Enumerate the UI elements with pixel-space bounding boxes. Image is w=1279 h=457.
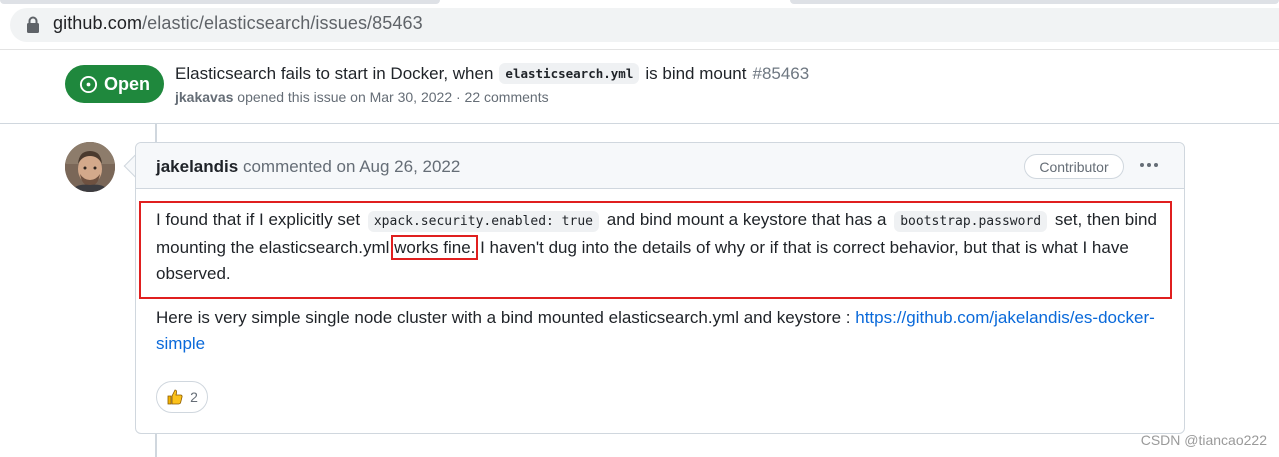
comment-header: jakelandis commented on Aug 26, 2022 Con… [136, 143, 1184, 189]
issue-meta: jkakavas opened this issue on Mar 30, 20… [175, 89, 549, 105]
reaction-button[interactable]: 2 [156, 381, 208, 413]
contributor-badge: Contributor [1024, 154, 1124, 179]
comment-body: I found that if I explicitly set xpack.s… [156, 207, 1166, 357]
highlighted-text: works fine. [391, 235, 479, 260]
issue-number: #85463 [752, 63, 810, 83]
issue-opened-icon [79, 75, 98, 93]
browser-tab-edge [790, 0, 1279, 4]
issue-author-link[interactable]: jkakavas [175, 89, 233, 105]
thumbs-up-icon [167, 389, 183, 405]
reaction-count: 2 [190, 389, 198, 405]
inline-code: xpack.security.enabled: true [367, 211, 599, 232]
url-path: /elastic/elasticsearch/issues/85463 [142, 13, 423, 33]
avatar-image [65, 142, 115, 192]
browser-toolbar: github.com/elastic/elasticsearch/issues/… [0, 0, 1279, 50]
comment-card: jakelandis commented on Aug 26, 2022 Con… [135, 142, 1185, 434]
lock-icon[interactable] [26, 16, 40, 34]
comment-paragraph: Here is very simple single node cluster … [156, 305, 1166, 357]
issue-state-label: Open [103, 73, 150, 94]
avatar[interactable] [65, 142, 115, 192]
kebab-horizontal-icon[interactable] [1136, 155, 1162, 175]
comment-text: Here is very simple single node cluster … [156, 308, 851, 327]
inline-code: bootstrap.password [894, 211, 1048, 232]
issue-state-badge: Open [65, 65, 164, 103]
browser-tab-edge [0, 0, 440, 4]
issue-header: Open Elasticsearch fails to start in Doc… [0, 51, 1279, 124]
comment-author-link[interactable]: jakelandis [156, 157, 238, 176]
watermark: CSDN @tiancao222 [1140, 432, 1267, 448]
issue-title-code: elasticsearch.yml [499, 63, 640, 84]
issue-title-text-end: is bind mount [645, 63, 747, 83]
address-url[interactable]: github.com/elastic/elasticsearch/issues/… [53, 13, 423, 34]
issue-title: Elasticsearch fails to start in Docker, … [175, 63, 809, 84]
comment-text: I found that if I explicitly set [156, 210, 361, 229]
comment-text: and bind mount a keystore that has a [606, 210, 887, 229]
issue-meta-text: opened this issue on Mar 30, 2022 · 22 c… [237, 89, 549, 105]
url-host: github.com [53, 13, 143, 33]
comment-author-line: jakelandis commented on Aug 26, 2022 [156, 157, 460, 177]
comment-timestamp[interactable]: commented on Aug 26, 2022 [243, 157, 460, 176]
issue-title-text: Elasticsearch fails to start in Docker, … [175, 63, 494, 83]
comment-paragraph: I found that if I explicitly set xpack.s… [156, 207, 1166, 287]
